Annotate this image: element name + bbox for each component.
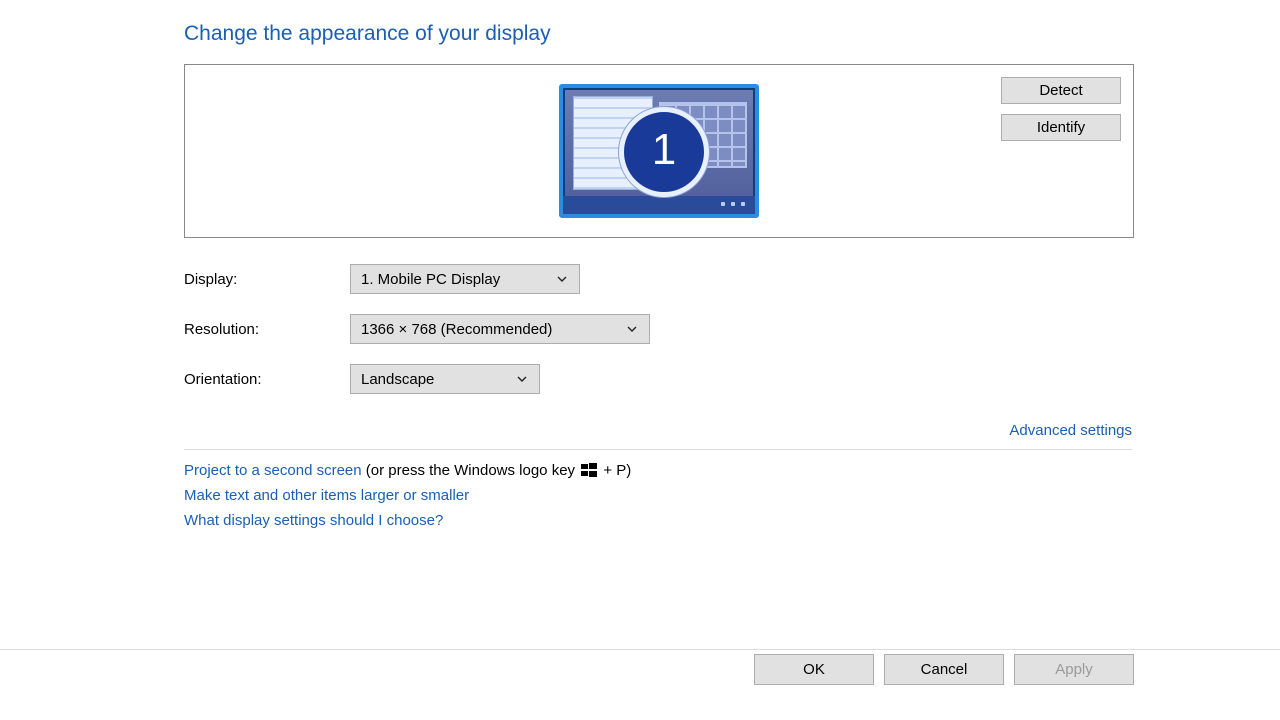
monitor-number-badge: 1	[619, 107, 709, 197]
footer-button-bar: OK Cancel Apply	[0, 654, 1280, 685]
ok-button[interactable]: OK	[754, 654, 874, 685]
display-dropdown-value: 1. Mobile PC Display	[361, 271, 518, 288]
chevron-down-icon	[515, 372, 529, 386]
footer-separator	[0, 649, 1280, 650]
display-preview-box: 1 Detect Identify	[184, 64, 1134, 238]
cancel-button[interactable]: Cancel	[884, 654, 1004, 685]
orientation-dropdown-value: Landscape	[361, 371, 452, 388]
resolution-dropdown-value: 1366 × 768 (Recommended)	[361, 321, 570, 338]
monitor-1-graphic[interactable]: 1	[559, 84, 759, 218]
chevron-down-icon	[555, 272, 569, 286]
advanced-settings-link[interactable]: Advanced settings	[1009, 422, 1132, 439]
separator	[184, 449, 1132, 450]
display-dropdown[interactable]: 1. Mobile PC Display	[350, 264, 580, 294]
project-second-screen-link[interactable]: Project to a second screen	[184, 462, 362, 479]
resolution-dropdown[interactable]: 1366 × 768 (Recommended)	[350, 314, 650, 344]
identify-button[interactable]: Identify	[1001, 114, 1121, 141]
orientation-label: Orientation:	[184, 371, 350, 388]
detect-button[interactable]: Detect	[1001, 77, 1121, 104]
resolution-label: Resolution:	[184, 321, 350, 338]
windows-logo-icon	[581, 463, 597, 477]
orientation-dropdown[interactable]: Landscape	[350, 364, 540, 394]
project-hint-text-2: + P)	[599, 462, 631, 479]
help-link[interactable]: What display settings should I choose?	[184, 512, 443, 529]
apply-button[interactable]: Apply	[1014, 654, 1134, 685]
display-label: Display:	[184, 271, 350, 288]
page-title: Change the appearance of your display	[184, 22, 1144, 46]
chevron-down-icon	[625, 322, 639, 336]
text-size-link[interactable]: Make text and other items larger or smal…	[184, 487, 469, 504]
project-hint-text: (or press the Windows logo key	[362, 462, 580, 479]
